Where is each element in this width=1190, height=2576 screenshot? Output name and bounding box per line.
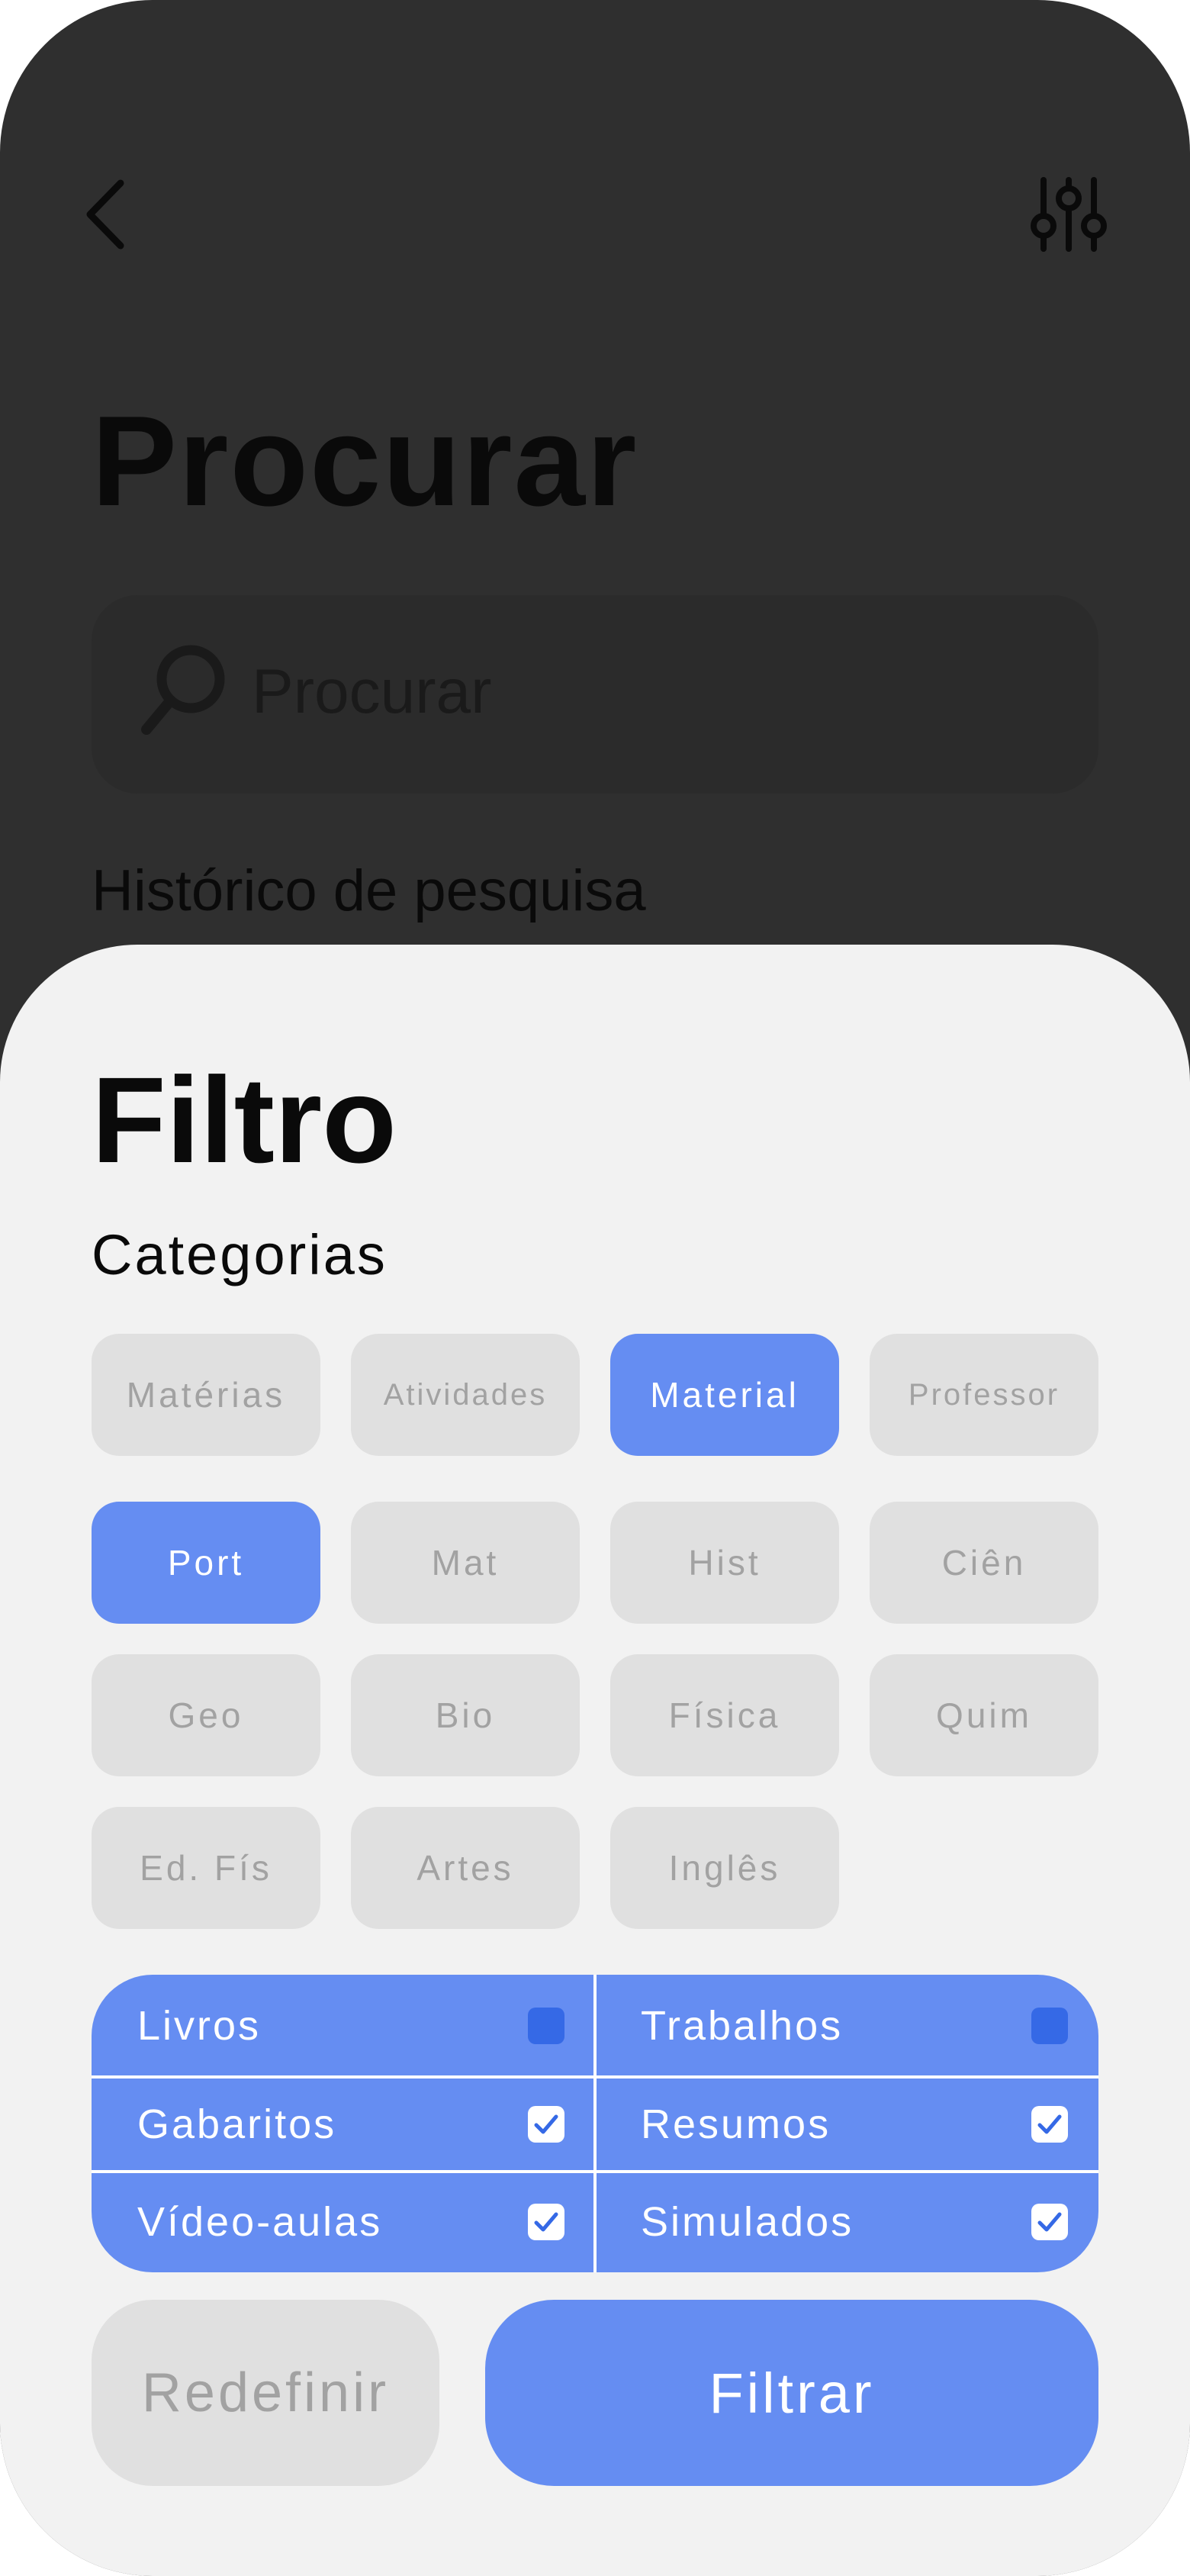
material-type-label: Resumos [641,2101,831,2147]
category-chip-atividades[interactable]: Atividades [351,1334,580,1456]
material-type-livros[interactable]: Livros [92,1975,595,2077]
material-type-video-aulas[interactable]: Vídeo-aulas [92,2172,595,2272]
material-type-grid: Livros Trabalhos Gabaritos Resumos Vídeo… [92,1975,1098,2272]
category-chip-materias[interactable]: Matérias [92,1334,320,1456]
search-history-label: Histórico de pesquisa [92,858,646,923]
category-chip-professor[interactable]: Professor [870,1334,1098,1456]
filter-sheet: Filtro Categorias Matérias Atividades Ma… [0,945,1190,2576]
search-icon [141,645,225,735]
grid-divider [92,2075,1098,2079]
subject-chip-ingles[interactable]: Inglês [610,1807,839,1929]
subject-chip-ed-fis[interactable]: Ed. Fís [92,1807,320,1929]
subject-chip-cien[interactable]: Ciên [870,1502,1098,1624]
checkbox-unchecked-icon[interactable] [1031,2008,1068,2044]
material-type-simulados[interactable]: Simulados [595,2172,1098,2272]
filter-apply-button[interactable]: Filtrar [485,2300,1098,2486]
page-title: Procurar [92,389,638,533]
checkbox-checked-icon[interactable] [528,2204,564,2240]
sliders-icon [1031,177,1107,252]
search-placeholder: Procurar [252,657,492,726]
category-chip-material[interactable]: Material [610,1334,839,1456]
checkbox-checked-icon[interactable] [1031,2106,1068,2143]
material-type-label: Gabaritos [137,2101,337,2147]
reset-button[interactable]: Redefinir [92,2300,439,2486]
subject-chip-mat[interactable]: Mat [351,1502,580,1624]
filter-title: Filtro [92,1051,397,1188]
checkbox-checked-icon[interactable] [528,2106,564,2143]
back-button[interactable] [76,172,137,256]
subject-chip-hist[interactable]: Hist [610,1502,839,1624]
grid-divider [593,1975,597,2272]
material-type-label: Trabalhos [641,2003,844,2049]
filter-button[interactable] [1027,172,1111,256]
checkbox-checked-icon[interactable] [1031,2204,1068,2240]
subject-chip-quim[interactable]: Quim [870,1654,1098,1776]
material-type-label: Vídeo-aulas [137,2199,383,2245]
subject-chip-fisica[interactable]: Física [610,1654,839,1776]
search-screen: Procurar Procurar Histórico de pesquisa … [0,0,1190,2576]
material-type-resumos[interactable]: Resumos [595,2077,1098,2172]
material-type-trabalhos[interactable]: Trabalhos [595,1975,1098,2077]
subject-chip-port[interactable]: Port [92,1502,320,1624]
checkbox-unchecked-icon[interactable] [528,2008,564,2044]
subject-chip-bio[interactable]: Bio [351,1654,580,1776]
material-type-label: Simulados [641,2199,854,2245]
subject-chip-geo[interactable]: Geo [92,1654,320,1776]
categories-label: Categorias [92,1223,388,1286]
material-type-gabaritos[interactable]: Gabaritos [92,2077,595,2172]
material-type-label: Livros [137,2003,262,2049]
grid-divider [92,2170,1098,2173]
subject-chip-artes[interactable]: Artes [351,1807,580,1929]
chevron-left-icon [86,179,124,250]
search-input[interactable]: Procurar [92,595,1098,794]
